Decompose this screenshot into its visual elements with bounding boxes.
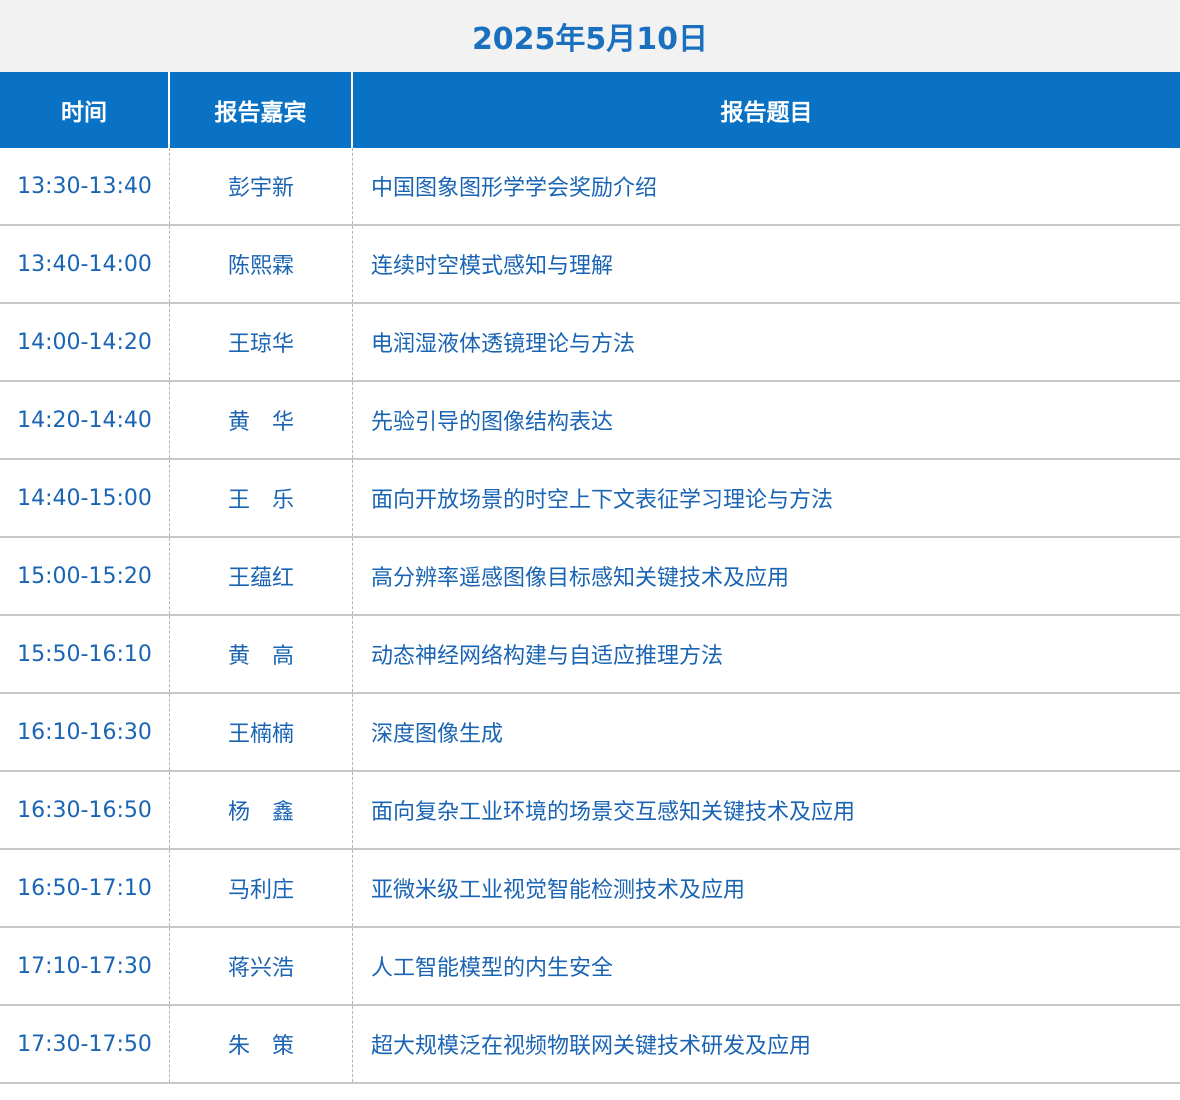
time-cell: 13:40-14:00: [0, 226, 170, 302]
table-row: 17:30-17:50 朱 策 超大规模泛在视频物联网关键技术研发及应用: [0, 1006, 1180, 1084]
speaker-cell: 杨 鑫: [170, 772, 353, 848]
table-row: 15:00-15:20 王蕴红 高分辨率遥感图像目标感知关键技术及应用: [0, 538, 1180, 616]
table-row: 16:30-16:50 杨 鑫 面向复杂工业环境的场景交互感知关键技术及应用: [0, 772, 1180, 850]
speaker-cell: 黄 高: [170, 616, 353, 692]
table-row: 14:40-15:00 王 乐 面向开放场景的时空上下文表征学习理论与方法: [0, 460, 1180, 538]
topic-cell: 连续时空模式感知与理解: [371, 254, 614, 279]
topic-cell: 电润湿液体透镜理论与方法: [371, 332, 636, 357]
date-title: 2025年5月10日: [0, 0, 1180, 72]
speaker-cell: 黄 华: [170, 382, 353, 458]
time-cell: 14:40-15:00: [0, 460, 170, 536]
speaker-cell: 彭宇新: [170, 148, 353, 224]
schedule-table-body: 13:30-13:40 彭宇新 中国图象图形学学会奖励介绍 13:40-14:0…: [0, 148, 1180, 1084]
speaker-cell: 马利庄: [170, 850, 353, 926]
topic-cell: 面向开放场景的时空上下文表征学习理论与方法: [371, 488, 834, 513]
time-cell: 16:50-17:10: [0, 850, 170, 926]
table-row: 16:10-16:30 王楠楠 深度图像生成: [0, 694, 1180, 772]
time-cell: 17:30-17:50: [0, 1006, 170, 1082]
topic-cell: 深度图像生成: [371, 722, 504, 747]
table-row: 13:40-14:00 陈熙霖 连续时空模式感知与理解: [0, 226, 1180, 304]
speaker-cell: 蒋兴浩: [170, 928, 353, 1004]
time-cell: 14:20-14:40: [0, 382, 170, 458]
speaker-cell: 王 乐: [170, 460, 353, 536]
table-row: 14:00-14:20 王琼华 电润湿液体透镜理论与方法: [0, 304, 1180, 382]
time-cell: 17:10-17:30: [0, 928, 170, 1004]
table-row: 16:50-17:10 马利庄 亚微米级工业视觉智能检测技术及应用: [0, 850, 1180, 928]
time-cell: 14:00-14:20: [0, 304, 170, 380]
topic-cell: 中国图象图形学学会奖励介绍: [371, 176, 658, 201]
topic-cell: 动态神经网络构建与自适应推理方法: [371, 644, 724, 669]
table-row: 13:30-13:40 彭宇新 中国图象图形学学会奖励介绍: [0, 148, 1180, 226]
speaker-cell: 王蕴红: [170, 538, 353, 614]
time-cell: 15:00-15:20: [0, 538, 170, 614]
table-row: 15:50-16:10 黄 高 动态神经网络构建与自适应推理方法: [0, 616, 1180, 694]
time-cell: 15:50-16:10: [0, 616, 170, 692]
topic-cell: 面向复杂工业环境的场景交互感知关键技术及应用: [371, 800, 856, 825]
column-header-time: 时间: [0, 72, 170, 148]
topic-cell: 高分辨率遥感图像目标感知关键技术及应用: [371, 566, 790, 591]
topic-cell: 亚微米级工业视觉智能检测技术及应用: [371, 878, 746, 903]
column-header-speaker: 报告嘉宾: [170, 72, 353, 148]
time-cell: 16:30-16:50: [0, 772, 170, 848]
speaker-cell: 陈熙霖: [170, 226, 353, 302]
table-row: 17:10-17:30 蒋兴浩 人工智能模型的内生安全: [0, 928, 1180, 1006]
table-row: 14:20-14:40 黄 华 先验引导的图像结构表达: [0, 382, 1180, 460]
column-header-topic: 报告题目: [720, 100, 813, 126]
topic-cell: 超大规模泛在视频物联网关键技术研发及应用: [371, 1034, 812, 1059]
speaker-cell: 朱 策: [170, 1006, 353, 1082]
schedule-table-header: 时间 报告嘉宾 报告题目: [0, 72, 1180, 148]
speaker-cell: 王楠楠: [170, 694, 353, 770]
topic-cell: 先验引导的图像结构表达: [371, 410, 614, 435]
speaker-cell: 王琼华: [170, 304, 353, 380]
time-cell: 13:30-13:40: [0, 148, 170, 224]
topic-cell: 人工智能模型的内生安全: [371, 956, 614, 981]
time-cell: 16:10-16:30: [0, 694, 170, 770]
